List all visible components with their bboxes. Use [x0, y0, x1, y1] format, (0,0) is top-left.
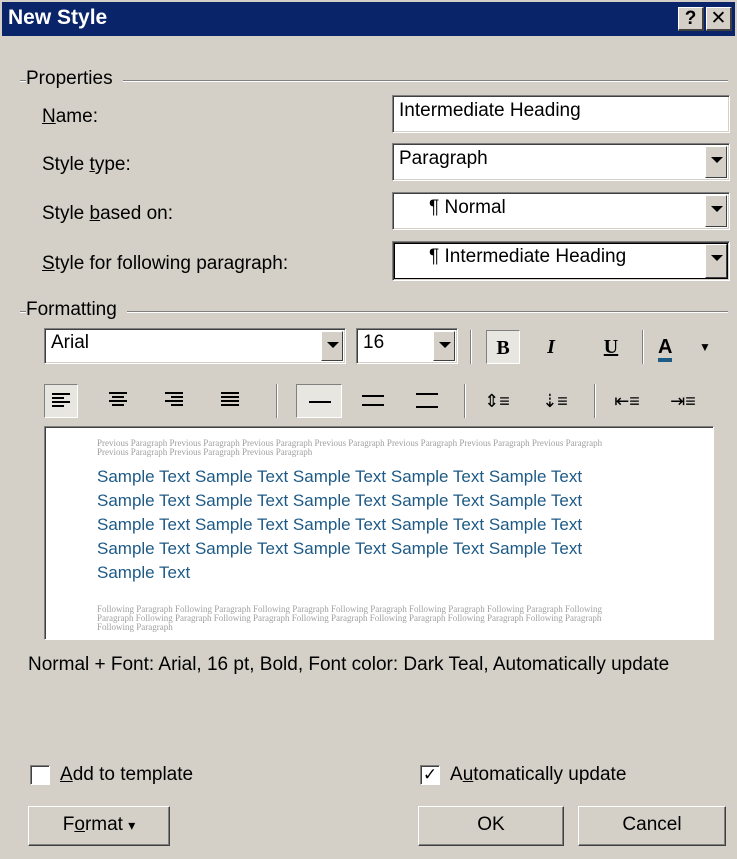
style-description: Normal + Font: Arial, 16 pt, Bold, Font …	[28, 654, 670, 675]
decrease-indent-button[interactable]: ⇤≡	[610, 384, 644, 418]
align-left-button[interactable]	[44, 384, 78, 418]
style-type-dropdown[interactable]: Paragraph	[392, 143, 730, 181]
based-on-dropdown-arrow-icon[interactable]	[705, 195, 727, 227]
one-half-spacing-button[interactable]	[356, 384, 392, 418]
font-value: Arial	[51, 332, 90, 353]
new-style-dialog: New Style ? ✕ Properties Name: Intermedi…	[0, 0, 737, 859]
help-button[interactable]: ?	[678, 7, 704, 31]
based-on-label: Style based on:	[42, 203, 174, 224]
decrease-indent-icon: ⇤≡	[614, 391, 640, 411]
style-type-value: Paragraph	[399, 148, 488, 169]
style-type-dropdown-arrow-icon[interactable]	[705, 146, 727, 178]
properties-group-label: Properties	[26, 68, 123, 90]
toolbar-separator	[594, 384, 596, 418]
help-icon: ?	[684, 8, 697, 29]
align-right-button[interactable]	[158, 384, 192, 418]
following-paragraph-dropdown-arrow-icon[interactable]	[705, 244, 727, 278]
increase-indent-icon: ⇥≡	[670, 391, 696, 411]
align-center-icon	[109, 392, 127, 410]
font-size-dropdown[interactable]: 16	[356, 328, 458, 364]
add-to-template-checkbox[interactable]	[30, 765, 50, 785]
single-spacing-icon	[309, 401, 331, 403]
format-button[interactable]: Format ▾	[28, 806, 170, 846]
bold-button[interactable]: B	[486, 330, 520, 364]
name-field[interactable]: Intermediate Heading	[392, 95, 730, 133]
following-paragraph-text: Following Paragraph Following Paragraph …	[97, 604, 602, 632]
toolbar-separator	[276, 384, 278, 418]
font-color-button[interactable]: A	[652, 330, 696, 364]
chevron-down-icon: ▾	[128, 817, 136, 833]
previous-paragraph-text: Previous Paragraph Previous Paragraph Pr…	[97, 438, 603, 457]
space-before-decrease-button[interactable]: ⇣≡	[538, 384, 572, 418]
toolbar-separator	[470, 330, 472, 364]
single-spacing-button[interactable]	[296, 384, 342, 418]
automatically-update-label[interactable]: Automatically update	[450, 764, 626, 786]
ok-button[interactable]: OK	[418, 806, 564, 846]
font-size-value: 16	[363, 332, 385, 353]
sample-text: Sample Text Sample Text Sample Text Samp…	[97, 467, 583, 582]
properties-divider	[20, 80, 728, 82]
align-center-button[interactable]	[102, 384, 136, 418]
justify-icon	[221, 392, 239, 410]
window-title: New Style	[8, 6, 108, 29]
style-preview: Previous Paragraph Previous Paragraph Pr…	[44, 426, 714, 640]
toolbar-separator	[642, 330, 644, 364]
font-dropdown-arrow-icon[interactable]	[321, 331, 343, 361]
double-spacing-button[interactable]	[410, 384, 446, 418]
space-before-increase-button[interactable]: ⇕≡	[480, 384, 514, 418]
title-bar: New Style ? ✕	[2, 2, 735, 36]
automatically-update-checkbox[interactable]: ✓	[420, 765, 440, 785]
align-right-icon	[165, 392, 183, 410]
close-icon: ✕	[710, 8, 727, 29]
name-value: Intermediate Heading	[399, 100, 581, 121]
font-color-dropdown-arrow-icon[interactable]: ▼	[696, 330, 714, 364]
underline-button[interactable]: U	[594, 330, 628, 364]
following-paragraph-label: Style for following paragraph:	[42, 253, 289, 274]
based-on-value: Normal	[444, 197, 506, 218]
align-left-icon	[52, 393, 70, 411]
cancel-button[interactable]: Cancel	[578, 806, 726, 846]
font-size-dropdown-arrow-icon[interactable]	[433, 331, 455, 361]
style-type-label: Style type:	[42, 154, 131, 175]
increase-indent-button[interactable]: ⇥≡	[666, 384, 700, 418]
toolbar-separator	[464, 384, 466, 418]
font-color-icon: A	[658, 336, 673, 362]
name-label: Name:	[42, 106, 98, 127]
following-paragraph-dropdown[interactable]: ¶ Intermediate Heading	[392, 241, 730, 281]
based-on-dropdown[interactable]: ¶ Normal	[392, 192, 730, 230]
font-dropdown[interactable]: Arial	[44, 328, 346, 364]
space-before-increase-icon: ⇕≡	[484, 391, 510, 411]
space-before-decrease-icon: ⇣≡	[542, 391, 568, 411]
following-paragraph-value: Intermediate Heading	[444, 246, 627, 267]
close-button[interactable]: ✕	[706, 7, 732, 31]
pilcrow-icon: ¶	[429, 246, 440, 267]
checkmark-icon: ✓	[422, 765, 438, 784]
add-to-template-label[interactable]: Add to template	[60, 764, 193, 786]
formatting-group-label: Formatting	[26, 299, 127, 321]
pilcrow-icon: ¶	[429, 197, 440, 218]
justify-button[interactable]	[214, 384, 248, 418]
italic-button[interactable]: I	[534, 330, 568, 364]
